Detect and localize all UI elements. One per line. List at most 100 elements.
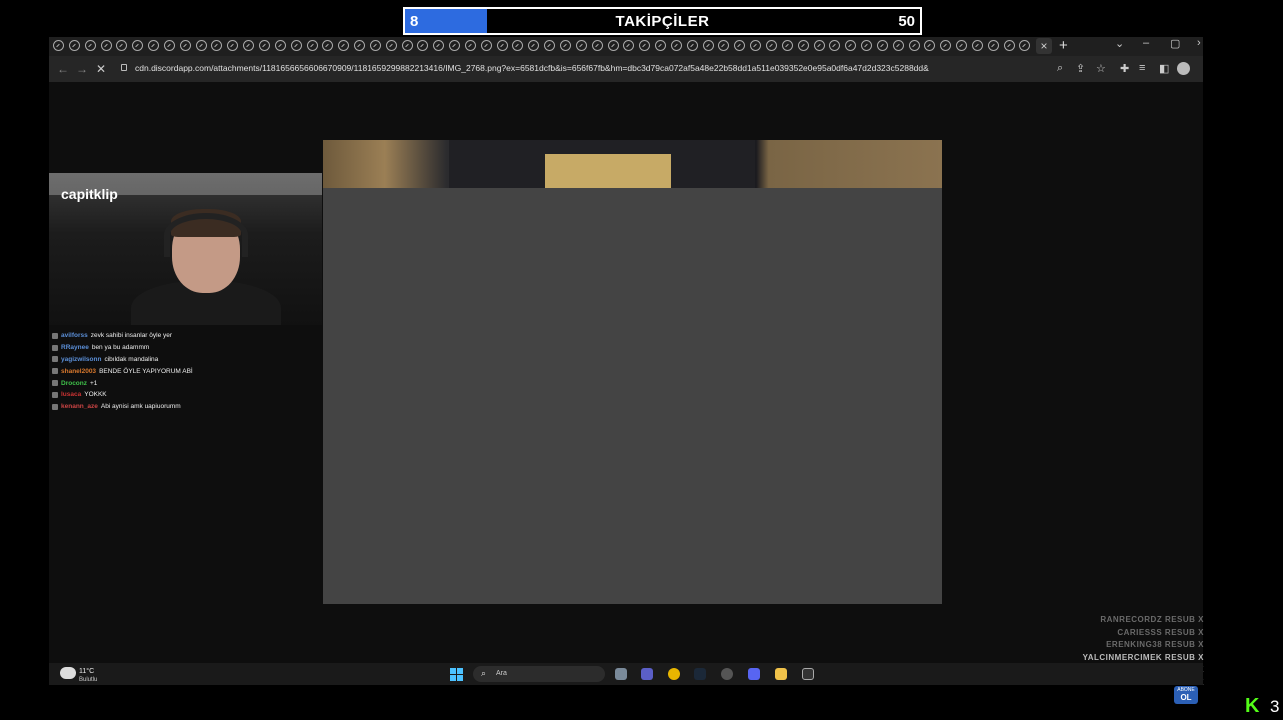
tab-favicon-icon[interactable] — [53, 40, 64, 51]
tab-favicon-icon[interactable] — [354, 40, 366, 51]
tab-favicon-icon[interactable] — [385, 40, 397, 51]
tab-favicon-icon[interactable] — [274, 40, 286, 51]
extensions-icon[interactable]: ✚ — [1120, 62, 1129, 75]
tab-favicon-icon[interactable] — [258, 40, 270, 51]
tab-favicon-icon[interactable] — [813, 40, 825, 51]
tab-favicon-icon[interactable] — [243, 40, 255, 51]
tab-search-icon[interactable]: ⌄ — [1115, 37, 1124, 50]
tab-favicon-icon[interactable] — [781, 40, 793, 51]
tab-favicon-icon[interactable] — [623, 40, 635, 51]
loaded-image-strip — [323, 140, 942, 188]
settings-icon[interactable] — [721, 668, 733, 680]
profile-avatar-icon[interactable] — [1177, 62, 1190, 75]
bookmark-star-icon[interactable]: ☆ — [1096, 62, 1106, 75]
tab-favicon-icon[interactable] — [68, 40, 80, 51]
tab-favicon-icon[interactable] — [908, 40, 920, 51]
chat-text: ben ya bu adammm — [91, 344, 150, 352]
tab-favicon-icon[interactable] — [765, 40, 777, 51]
tab-favicon-icon[interactable] — [670, 40, 682, 51]
tab-favicon-icon[interactable] — [797, 40, 809, 51]
tab-favicon-icon[interactable] — [845, 40, 857, 51]
tab-strip: × + ⌄ – ▢ › — [49, 37, 1203, 56]
tab-favicon-icon[interactable] — [956, 40, 968, 51]
tab-favicon-icon[interactable] — [1019, 40, 1031, 51]
tab-favicon-icon[interactable] — [417, 40, 429, 51]
start-menu-icon[interactable] — [450, 668, 463, 681]
back-icon[interactable]: ← — [57, 62, 69, 76]
tab-favicon-icon[interactable] — [227, 40, 239, 51]
close-window-icon[interactable]: › — [1197, 37, 1201, 49]
tab-favicon-icon[interactable] — [560, 40, 571, 51]
tab-favicon-icon[interactable] — [464, 40, 476, 51]
tab-favicon-icon[interactable] — [607, 40, 619, 51]
tab-favicon-icon[interactable] — [306, 40, 318, 51]
new-tab-button[interactable]: + — [1059, 37, 1068, 54]
tab-favicon-icon[interactable] — [528, 40, 540, 51]
maximize-icon[interactable]: ▢ — [1170, 37, 1180, 50]
chat-username: shanel2003 — [61, 367, 97, 375]
tab-favicon-icon[interactable] — [940, 40, 952, 51]
forward-icon[interactable]: → — [76, 62, 88, 76]
tab-favicon-icon[interactable] — [132, 40, 144, 51]
tab-favicon-icon[interactable] — [876, 40, 888, 51]
tab-favicon-icon[interactable] — [971, 40, 983, 51]
app-icon[interactable] — [802, 668, 814, 680]
tab-favicon-icon[interactable] — [1003, 40, 1015, 51]
weather-temperature[interactable]: 11°C — [79, 668, 94, 675]
tab-favicon-icon[interactable] — [639, 40, 651, 51]
tab-favicon-icon[interactable] — [892, 40, 904, 51]
tab-favicon-icon[interactable] — [163, 40, 175, 51]
tab-favicon-icon[interactable] — [987, 40, 999, 51]
tab-favicon-icon[interactable] — [195, 40, 207, 51]
steam-icon[interactable] — [694, 668, 706, 680]
tab-favicon-icon[interactable] — [718, 40, 730, 51]
reading-list-icon[interactable]: ≡ — [1139, 62, 1145, 74]
tab-favicon-icon[interactable] — [924, 40, 936, 51]
discord-icon[interactable] — [748, 668, 760, 680]
cloud-icon[interactable] — [60, 667, 76, 679]
tab-favicon-icon[interactable] — [290, 40, 302, 51]
tab-favicon-icon[interactable] — [322, 40, 334, 51]
tab-favicon-icon[interactable] — [338, 40, 350, 51]
weather-description[interactable]: Bulutlu — [79, 677, 97, 683]
tab-favicon-icon[interactable] — [449, 40, 461, 51]
tab-favicon-icon[interactable] — [591, 40, 603, 51]
tab-favicon-icon[interactable] — [369, 40, 381, 51]
minimize-icon[interactable]: – — [1143, 37, 1149, 49]
tab-favicon-icon[interactable] — [702, 40, 714, 51]
share-icon[interactable]: ⇪ — [1076, 62, 1085, 75]
tab-favicon-icon[interactable] — [496, 40, 508, 51]
stop-loading-icon[interactable]: ✕ — [96, 62, 106, 76]
tab-favicon-icon[interactable] — [148, 40, 160, 51]
tab-favicon-icon[interactable] — [750, 40, 762, 51]
lock-icon[interactable] — [121, 64, 127, 71]
tab-favicon-icon[interactable] — [829, 40, 841, 51]
chat-text: zevk sahibi insanlar öyle yer — [90, 332, 173, 340]
taskbar-search[interactable]: ⌕ Ara — [473, 666, 605, 682]
file-explorer-icon[interactable] — [775, 668, 787, 680]
tab-favicon-icon[interactable] — [84, 40, 96, 51]
zoom-icon[interactable]: ⌕ — [1057, 62, 1063, 75]
tab-favicon-icon[interactable] — [734, 40, 746, 51]
tab-favicon-icon[interactable] — [686, 40, 698, 51]
url-field[interactable]: cdn.discordapp.com/attachments/118165665… — [135, 63, 929, 73]
close-tab-button[interactable]: × — [1036, 38, 1052, 54]
tab-favicon-icon[interactable] — [480, 40, 492, 51]
subscribe-button[interactable]: ABONE OL — [1174, 686, 1198, 704]
tab-favicon-icon[interactable] — [401, 40, 413, 51]
tab-favicon-icon[interactable] — [100, 40, 112, 51]
tab-favicon-icon[interactable] — [433, 40, 445, 51]
tab-favicon-icon[interactable] — [575, 40, 587, 51]
teams-icon[interactable] — [641, 668, 653, 680]
task-view-icon[interactable] — [615, 668, 627, 680]
tab-favicon-icon[interactable] — [211, 40, 223, 51]
chrome-icon[interactable] — [668, 668, 680, 680]
tab-favicon-icon[interactable] — [544, 40, 556, 51]
chat-message: RRaynee ben ya bu adammm — [52, 342, 322, 354]
tab-favicon-icon[interactable] — [512, 40, 524, 51]
tab-favicon-icon[interactable] — [116, 40, 128, 51]
side-panel-icon[interactable]: ◧ — [1159, 62, 1169, 75]
tab-favicon-icon[interactable] — [179, 40, 191, 51]
tab-favicon-icon[interactable] — [655, 40, 667, 51]
tab-favicon-icon[interactable] — [861, 40, 873, 51]
